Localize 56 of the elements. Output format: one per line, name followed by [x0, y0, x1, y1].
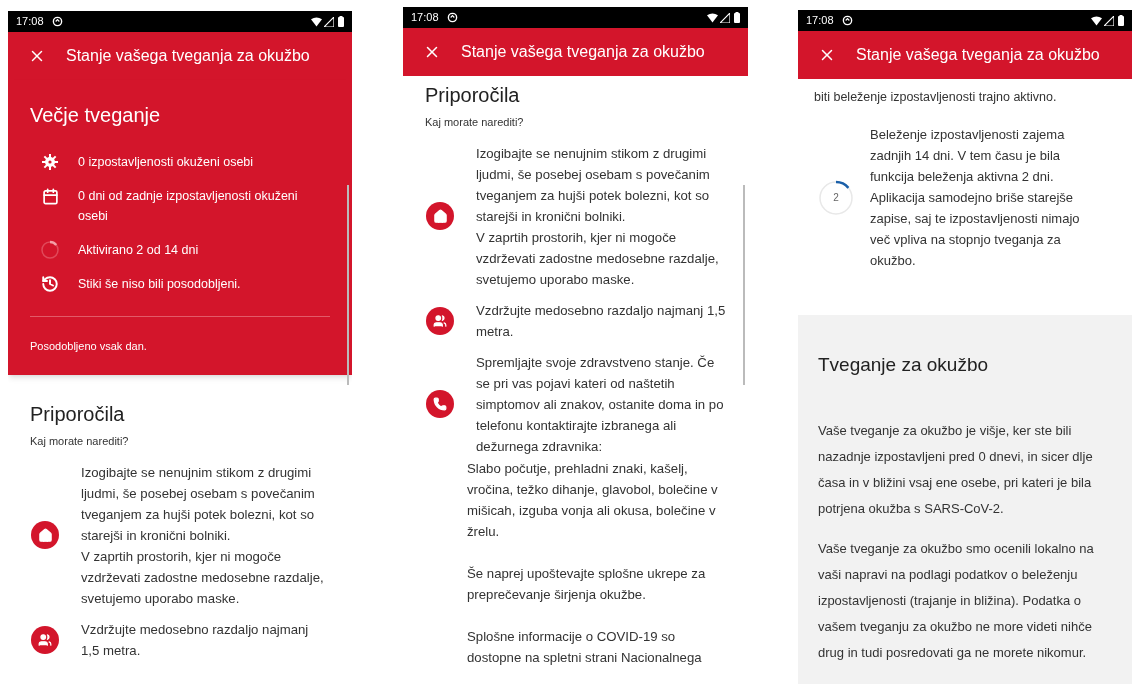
- risk-detail-text: Aktivirano 2 od 14 dni: [78, 242, 199, 259]
- virus-icon: [41, 153, 59, 171]
- battery-icon: [734, 12, 740, 23]
- recommendation-text: Izogibajte se nenujnim stikom z drugimi ljudmi, še posebej osebam s povečanim tveganjem za hujši potek bolezni, kot so starejši in kronični bolniki.: [81, 463, 316, 545]
- progress-description: Beleženje izpostavljenosti zajema zadnjih 14 dni. V tem času je bila funkcija beleženja aktivna 2 dni. Aplikacija samodejno briše starejše zapise, saj te izpostavljenosti nimajo več vpliva na stopnjo tveganja za okužbo.: [870, 126, 1081, 270]
- wifi-icon: [311, 16, 322, 27]
- risk-detail-text: 0 dni od zadnje izpostavljenosti okuženi osebi: [78, 188, 299, 225]
- sync-icon: [841, 15, 853, 26]
- section-heading: Priporočila: [425, 83, 521, 108]
- people-icon: [31, 625, 59, 654]
- body-text: biti beleženje izpostavljenosti trajno aktivno.: [814, 89, 1058, 106]
- phone-icon: [426, 390, 454, 418]
- note-paragraph: Splošne informacije o COVID-19 so dostopne na spletni strani Nacionalnega: [467, 627, 703, 667]
- wifi-icon: [1091, 15, 1102, 26]
- card-heading: Tveganje za okužbo: [818, 353, 990, 377]
- note-paragraph: Še naprej upoštevajte splošne ukrepe za preprečevanje širjenja okužbe.: [467, 564, 707, 604]
- section-subheading: Kaj morate narediti?: [425, 115, 525, 130]
- progress-ring-icon: [818, 179, 854, 216]
- scrollbar[interactable]: [743, 185, 745, 385]
- progress-ring-icon: [40, 240, 60, 260]
- people-icon: [426, 306, 454, 335]
- card-paragraph: Vaše tveganje za okužbo smo ocenili lokalno na vaši napravi na podlagi podatkov o beleženju izpostavljenosti (trajanje in bližina). Podatka o vašem tveganju za okužbo ne more videti nihče drug in tudi posredovati ga ne morete nikomur.: [818, 539, 1095, 662]
- home-icon: [31, 521, 59, 549]
- recommendation-text: Izogibajte se nenujnim stikom z drugimi ljudmi, še posebej osebam s povečanim tveganjem za hujši potek bolezni, kot so starejši in kronični bolniki.: [476, 144, 711, 226]
- home-icon: [426, 202, 454, 230]
- screen-title: Stanje vašega tveganja za okužbo: [66, 46, 310, 66]
- section-heading: Priporočila: [30, 402, 126, 427]
- signal-icon: [1104, 15, 1114, 26]
- calendar-icon: [41, 187, 59, 205]
- risk-level-heading: Večje tveganje: [30, 103, 162, 128]
- signal-icon: [324, 16, 334, 27]
- wifi-icon: [707, 12, 718, 23]
- recommendation-text: V zaprtih prostorih, kjer ni mogoče vzdrževati zadostne medosebne razdalje, svetujemo uporabo maske.: [81, 547, 325, 608]
- screen-title: Stanje vašega tveganja za okužbo: [856, 45, 1100, 65]
- sync-icon: [51, 16, 63, 27]
- scrollbar[interactable]: [347, 185, 349, 385]
- status-time: 17:08: [16, 14, 44, 30]
- risk-detail-text: 0 izpostavljenosti okuženi osebi: [78, 154, 254, 171]
- section-subheading: Kaj morate narediti?: [30, 434, 130, 449]
- battery-icon: [1118, 15, 1124, 26]
- progress-count: 2: [833, 191, 839, 204]
- status-time: 17:08: [411, 10, 439, 26]
- update-note: Posodobljeno vsak dan.: [30, 340, 147, 352]
- status-time: 17:08: [806, 13, 834, 29]
- recommendation-text: Vzdržujte medosebno razdaljo najmanj 1,5 metra.: [81, 620, 310, 660]
- signal-icon: [720, 12, 730, 23]
- battery-icon: [338, 16, 344, 27]
- sync-icon: [446, 12, 458, 23]
- note-paragraph: Slabo počutje, prehladni znaki, kašelj, vročina, težko dihanje, glavobol, bolečine v mišicah, izguba vonja ali okusa, bolečine v žrelu.: [467, 459, 718, 541]
- recommendation-text: V zaprtih prostorih, kjer ni mogoče vzdrževati zadostne medosebne razdalje, svetujemo uporabo maske.: [476, 228, 720, 289]
- clock-icon: [41, 275, 59, 293]
- screen-title: Stanje vašega tveganja za okužbo: [461, 42, 705, 62]
- recommendation-text: Vzdržujte medosebno razdaljo najmanj 1,5 metra.: [476, 301, 726, 341]
- card-paragraph: Vaše tveganje za okužbo je višje, ker ste bili nazadnje izpostavljeni pred 0 dnevi, in sicer dlje časa in v bližini vsaj ene osebe, pri kateri je bila potrjena okužba s SARS-CoV-2.: [818, 421, 1094, 518]
- risk-detail-text: Stiki še niso bili posodobljeni.: [78, 276, 241, 293]
- recommendation-text: Spremljajte svoje zdravstveno stanje. Če se pri vas pojavi kateri od naštetih simptomov ali znakov, ostanite doma in po telefonu kontaktirajte izbranega ali dežurnega zdravnika:: [476, 353, 725, 456]
